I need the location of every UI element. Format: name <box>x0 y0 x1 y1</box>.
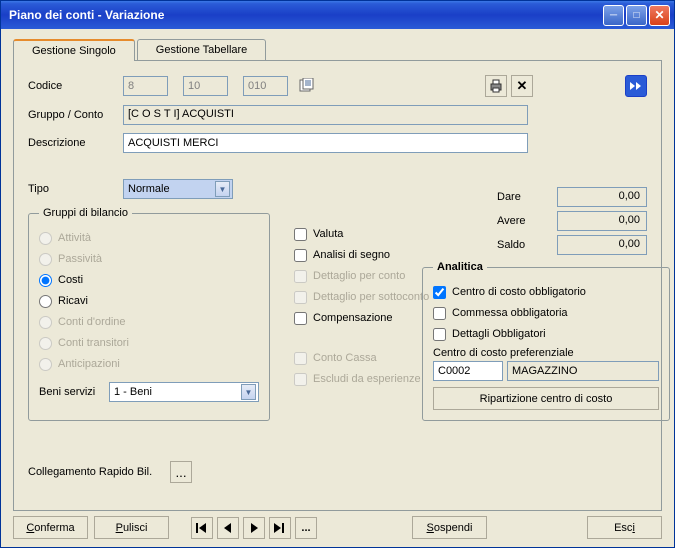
window-title: Piano dei conti - Variazione <box>9 8 601 22</box>
label-collegamento: Collegamento Rapido Bil. <box>28 466 168 478</box>
conferma-button[interactable]: Conferma <box>13 516 88 539</box>
maximize-button[interactable]: □ <box>626 5 647 26</box>
descrizione-field[interactable] <box>123 133 528 153</box>
titlebar: Piano dei conti - Variazione ─ □ ✕ <box>1 1 674 29</box>
gruppo-field: [C O S T I] ACQUISTI <box>123 105 528 125</box>
label-cco-preferenziale: Centro di costo preferenziale <box>433 347 659 359</box>
radio-attivita: Attività <box>39 230 259 246</box>
footer: Conferma Pulisci ... Sospendi Esci <box>13 516 662 539</box>
radio-anticipazioni: Anticipazioni <box>39 356 259 372</box>
nav-more-button[interactable]: ... <box>295 517 317 539</box>
tab-gestione-singolo[interactable]: Gestione Singolo <box>13 39 135 61</box>
label-dare: Dare <box>497 191 557 203</box>
label-saldo: Saldo <box>497 239 557 251</box>
label-beni-servizi: Beni servizi <box>39 386 109 398</box>
nav-prev-button[interactable] <box>217 517 239 539</box>
cco-code-field[interactable] <box>433 361 503 381</box>
esci-button[interactable]: Esci <box>587 516 662 539</box>
analitica-legend: Analitica <box>433 261 487 273</box>
label-gruppo: Gruppo / Conto <box>28 109 123 121</box>
minimize-button[interactable]: ─ <box>603 5 624 26</box>
radio-passivita: Passività <box>39 251 259 267</box>
tabpage: Codice ✕ <box>13 61 662 511</box>
nav-next-button[interactable] <box>243 517 265 539</box>
radio-conti-transitori: Conti transitori <box>39 335 259 351</box>
tab-gestione-tabellare[interactable]: Gestione Tabellare <box>137 39 267 60</box>
beni-value: 1 - Beni <box>114 386 241 398</box>
tipo-combo[interactable]: Normale ▼ <box>123 179 233 199</box>
tab-label: Gestione Tabellare <box>156 44 248 56</box>
cco-desc-field <box>507 361 659 381</box>
codice-field-2[interactable] <box>183 76 228 96</box>
beni-servizi-combo[interactable]: 1 - Beni ▼ <box>109 382 259 402</box>
nav-last-button[interactable] <box>269 517 291 539</box>
tabstrip: Gestione Singolo Gestione Tabellare <box>13 39 662 61</box>
analitica-group: Analitica Centro di costo obbligatorio C… <box>422 261 670 421</box>
radio-conti-ordine: Conti d'ordine <box>39 314 259 330</box>
radio-ricavi[interactable]: Ricavi <box>39 293 259 309</box>
dare-field: 0,00 <box>557 187 647 207</box>
check-commessa-obbligatoria[interactable]: Commessa obbligatoria <box>433 305 659 321</box>
label-avere: Avere <box>497 215 557 227</box>
radio-costi[interactable]: Costi <box>39 272 259 288</box>
check-cco-obbligatorio[interactable]: Centro di costo obbligatorio <box>433 284 659 300</box>
label-descrizione: Descrizione <box>28 137 123 149</box>
ripartizione-button[interactable]: Ripartizione centro di costo <box>433 387 659 410</box>
avere-field: 0,00 <box>557 211 647 231</box>
print-button[interactable] <box>485 75 507 97</box>
gruppi-bilancio-legend: Gruppi di bilancio <box>39 207 132 219</box>
forward-button[interactable] <box>625 75 647 97</box>
label-tipo: Tipo <box>28 183 123 195</box>
chevron-down-icon: ▼ <box>215 181 230 197</box>
delete-button[interactable]: ✕ <box>511 75 533 97</box>
codice-field-3[interactable] <box>243 76 288 96</box>
saldo-field: 0,00 <box>557 235 647 255</box>
codice-field-1[interactable] <box>123 76 168 96</box>
chevron-down-icon: ▼ <box>241 384 256 400</box>
record-navigator: ... <box>189 517 319 539</box>
sospendi-button[interactable]: Sospendi <box>412 516 487 539</box>
pulisci-button[interactable]: Pulisci <box>94 516 169 539</box>
label-codice: Codice <box>28 80 123 92</box>
collegamento-browse-button[interactable]: ... <box>170 461 192 483</box>
tab-label: Gestione Singolo <box>32 45 116 57</box>
nav-first-button[interactable] <box>191 517 213 539</box>
close-button[interactable]: ✕ <box>649 5 670 26</box>
lookup-icon[interactable] <box>296 75 318 97</box>
check-dettagli-obbligatori[interactable]: Dettagli Obbligatori <box>433 326 659 342</box>
tipo-value: Normale <box>128 183 215 195</box>
gruppi-bilancio-group: Gruppi di bilancio Attività Passività Co… <box>28 207 270 421</box>
